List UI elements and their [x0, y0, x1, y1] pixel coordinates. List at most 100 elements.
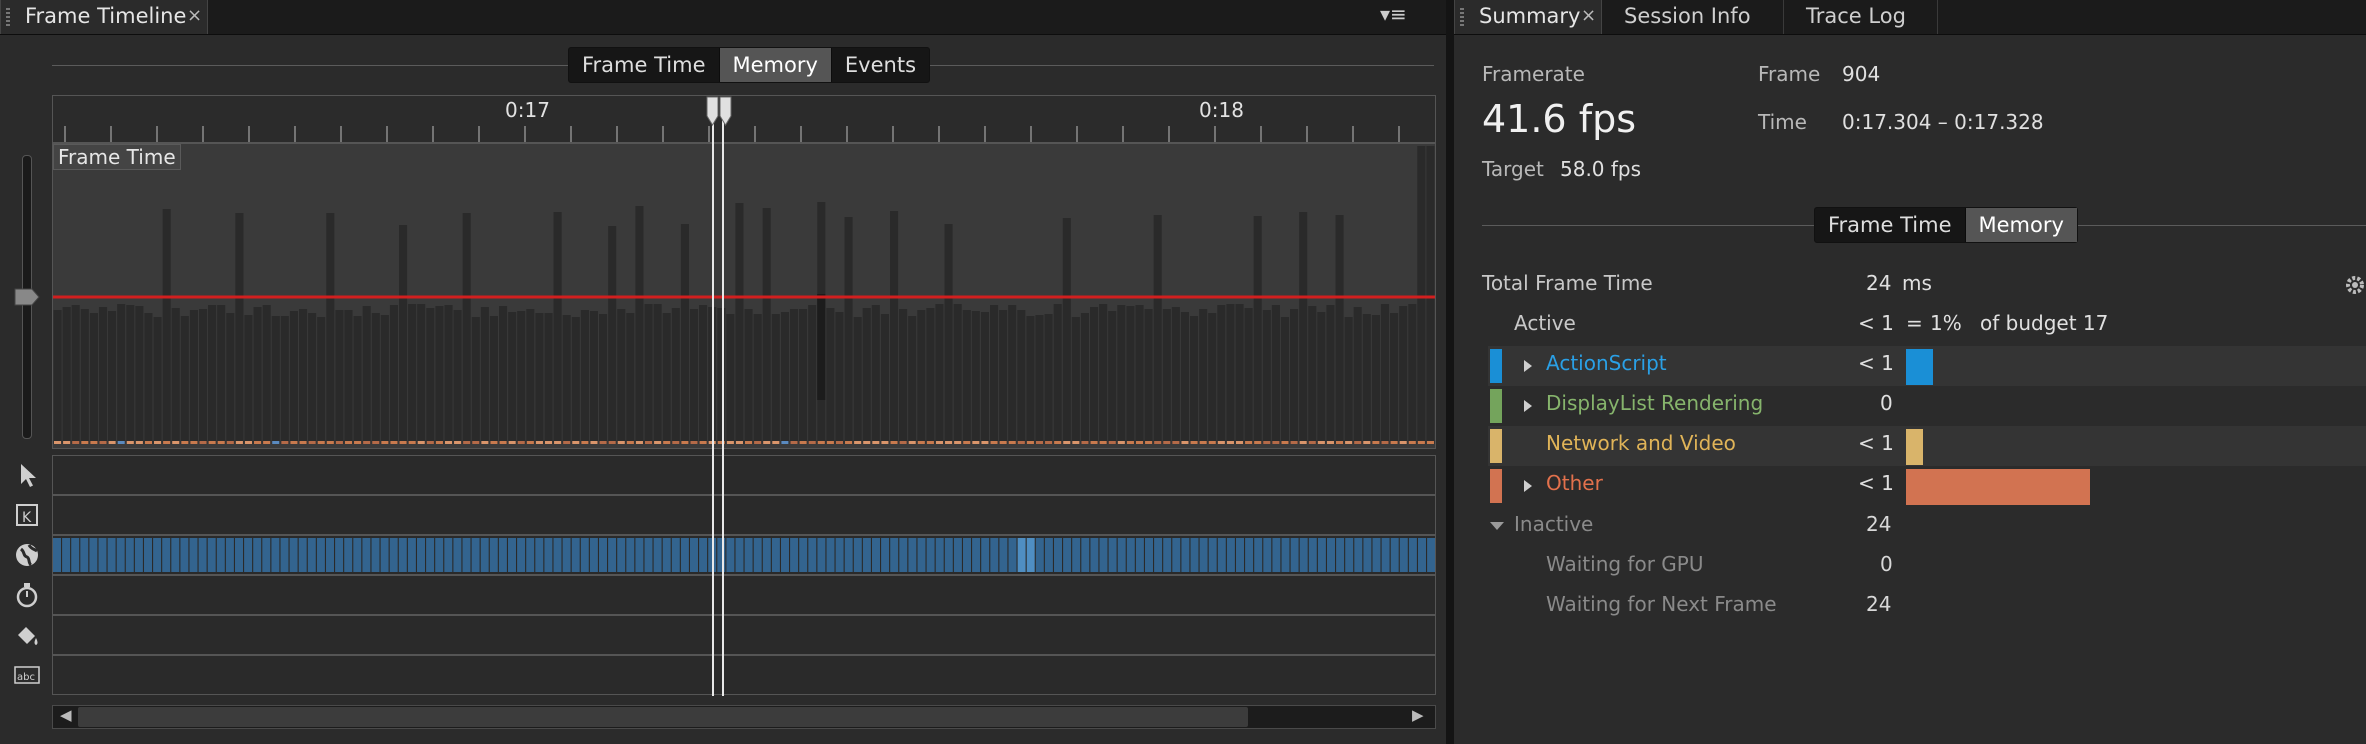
network-bar [899, 538, 908, 572]
panel-splitter[interactable] [1446, 0, 1454, 744]
category-value: 0 [1880, 391, 1893, 415]
frame-bar-base [463, 441, 471, 444]
close-icon[interactable]: × [1581, 0, 1596, 32]
inactive-value: 24 [1866, 512, 1892, 536]
framerate-value: 41.6 fps [1482, 97, 1636, 141]
category-label: Other [1546, 471, 1603, 495]
network-bar [207, 538, 216, 572]
time-label: Time [1758, 110, 1807, 134]
expand-triangle-icon[interactable] [1524, 360, 1532, 372]
frame-bar [908, 316, 917, 444]
frame-bar-base [1272, 441, 1280, 444]
segment-memory[interactable]: Memory [1965, 208, 2077, 242]
network-bar [526, 538, 535, 572]
segment-events[interactable]: Events [832, 48, 929, 82]
network-bar [908, 538, 917, 572]
frame-bar [399, 225, 408, 444]
network-bar [1172, 538, 1181, 572]
framerate-label: Framerate [1482, 62, 1585, 86]
text-abc-icon[interactable]: abc [12, 660, 42, 690]
scrollbar-thumb[interactable] [78, 707, 1248, 727]
frame-bar-base [1372, 441, 1380, 444]
network-bar [571, 538, 580, 572]
frame-bar [217, 305, 226, 444]
frame-bar-base [654, 441, 662, 444]
frame-bar-base [826, 441, 834, 444]
left-tab-strip [0, 0, 1452, 35]
frame-bar [617, 309, 626, 444]
frame-bar-base [854, 441, 862, 444]
stopwatch-icon[interactable] [12, 580, 42, 610]
tab-grip-icon[interactable] [1460, 8, 1464, 26]
close-icon[interactable]: × [187, 0, 202, 32]
paint-bucket-icon[interactable] [12, 620, 42, 650]
frame-bar [899, 309, 908, 444]
network-bar [1418, 538, 1426, 572]
event-track-5[interactable] [52, 615, 1436, 655]
network-bar [1263, 538, 1272, 572]
scroll-right-icon[interactable]: ▶ [1412, 706, 1424, 724]
frame-bar [408, 304, 417, 444]
panel-menu-icon[interactable]: ▾≡ [1380, 2, 1407, 26]
network-bar [162, 538, 171, 572]
frame-bar-base [135, 441, 143, 444]
frame-time-chart[interactable]: Frame Time [52, 143, 1436, 449]
frame-bar-base [1199, 441, 1207, 444]
frame-bar-base [126, 441, 134, 444]
frame-bar-base [281, 441, 289, 444]
network-bar [289, 538, 298, 572]
network-bar [1017, 538, 1026, 572]
time-ruler[interactable]: 0:17 0:18 [52, 95, 1436, 143]
collapse-triangle-icon[interactable] [1490, 522, 1504, 530]
gear-icon[interactable] [2344, 274, 2366, 296]
frame-bar [1080, 313, 1089, 444]
globe-icon[interactable] [12, 540, 42, 570]
network-bar [562, 538, 571, 572]
frame-bar-base [835, 441, 844, 444]
expand-triangle-icon[interactable] [1524, 480, 1532, 492]
network-bar [407, 538, 416, 572]
event-track-2[interactable] [52, 495, 1436, 535]
frame-bar-base [954, 441, 962, 444]
segment-frame-time[interactable]: Frame Time [569, 48, 720, 82]
network-bar [262, 538, 271, 572]
network-bar [498, 538, 507, 572]
tab-session-info[interactable]: Session Info [1602, 0, 1784, 34]
frame-bar-base [108, 441, 116, 444]
segment-memory[interactable]: Memory [719, 48, 832, 82]
network-bar [189, 538, 198, 572]
zoom-slider-thumb[interactable] [14, 288, 40, 306]
frame-bar-base [745, 441, 753, 444]
network-bar [626, 538, 635, 572]
frame-bar-base [1408, 441, 1416, 444]
network-bar [244, 538, 253, 572]
network-bar [316, 538, 325, 572]
frame-bar [98, 307, 108, 444]
tab-summary[interactable]: Summary × [1454, 0, 1602, 34]
frame-bar [1199, 309, 1208, 444]
frame-bar-base [699, 441, 707, 444]
network-bar [726, 538, 735, 572]
segment-frame-time[interactable]: Frame Time [1815, 208, 1966, 242]
tab-trace-log[interactable]: Trace Log [1784, 0, 1938, 34]
frame-bar-base [517, 441, 525, 444]
expand-triangle-icon[interactable] [1524, 400, 1532, 412]
scroll-left-icon[interactable]: ◀ [60, 706, 72, 724]
frame-bar [353, 316, 362, 444]
playhead-handle-icon[interactable] [706, 96, 732, 126]
event-track-4[interactable] [52, 575, 1436, 615]
event-track-1[interactable] [52, 455, 1436, 495]
keyframe-icon[interactable]: K [12, 500, 42, 530]
tab-grip-icon[interactable] [6, 8, 10, 26]
frame-bar-base [1163, 441, 1171, 444]
event-track-3[interactable] [52, 535, 1436, 575]
select-icon[interactable] [12, 460, 42, 490]
frame-bar-base [1099, 441, 1107, 444]
network-bar [517, 538, 526, 572]
frame-bar-base [154, 441, 162, 444]
event-track-6[interactable] [52, 655, 1436, 695]
frame-bar-base [945, 441, 953, 444]
tab-frame-timeline[interactable]: Frame Timeline × [0, 0, 208, 34]
category-value: < 1 [1858, 431, 1894, 455]
frame-bar-base [644, 441, 653, 444]
